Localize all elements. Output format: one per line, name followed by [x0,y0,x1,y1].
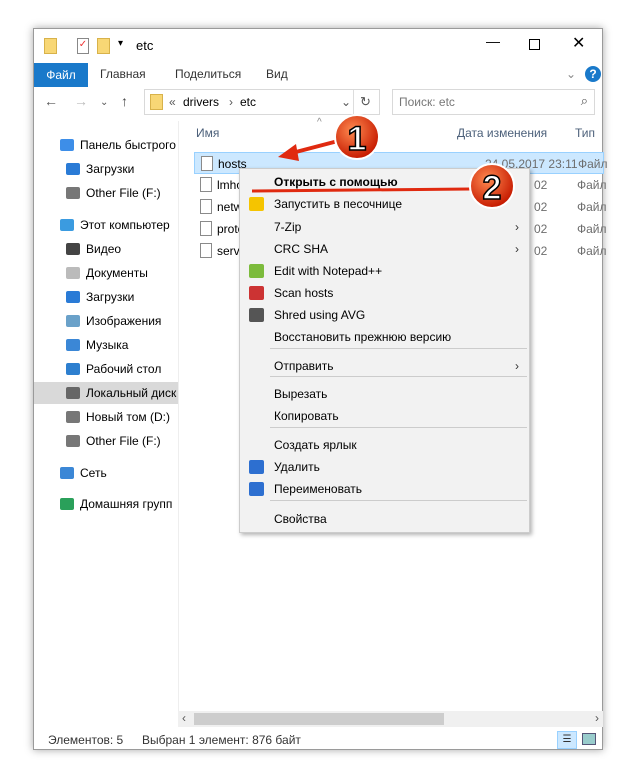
step-2-label: 2 [483,169,502,207]
annotation-overlay: 1 2 [251,114,515,209]
arrow-head [278,144,299,161]
step-1-label: 1 [348,120,367,158]
arrow-line [291,139,339,155]
underline-annotation [251,187,471,193]
